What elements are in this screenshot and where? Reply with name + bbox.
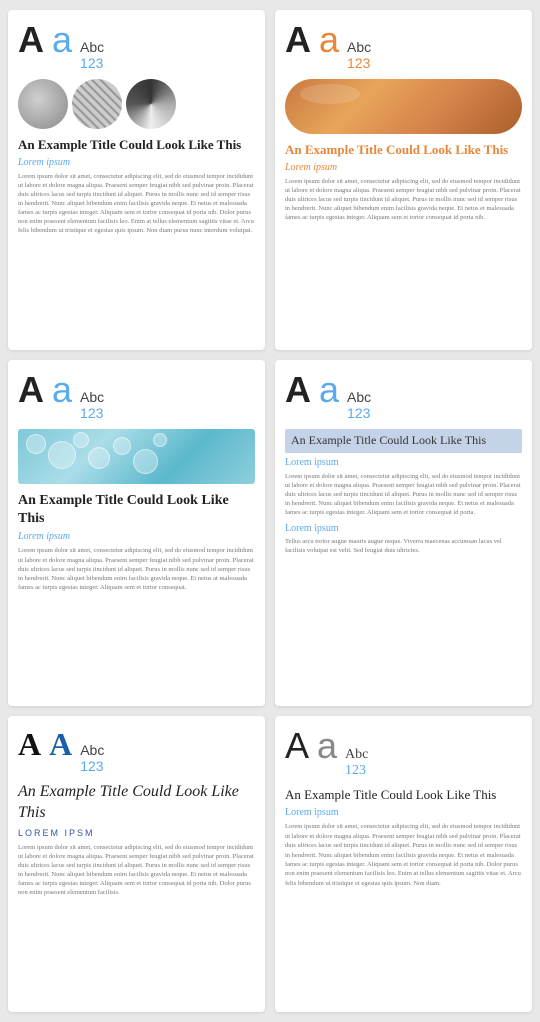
font-abc-3: Abc xyxy=(80,389,104,405)
card-4: A a Abc 123 An Example Title Could Look … xyxy=(275,360,532,706)
font-abc-2: Abc xyxy=(347,39,371,55)
font-123-6: 123 xyxy=(345,763,368,779)
bubble-3 xyxy=(73,432,89,448)
card1-images xyxy=(18,79,255,129)
card6-lorem-text: Lorem ipsum dolor sit amet, consectetur … xyxy=(285,822,522,888)
bubble-2 xyxy=(48,441,76,469)
font-specimens-2: Abc 123 xyxy=(347,39,371,71)
font-specimens-1: Abc 123 xyxy=(80,39,104,71)
bubble-4 xyxy=(88,447,110,469)
card4-lorem-label2: Lorem ipsum xyxy=(285,523,522,534)
card3-title: An Example Title Could Look Like This xyxy=(18,492,255,528)
font-specimen-row-3: A a Abc 123 xyxy=(18,372,255,421)
card2-title: An Example Title Could Look Like This xyxy=(285,142,522,159)
card-6: A a Abc 123 An Example Title Could Look … xyxy=(275,716,532,1012)
font-specimens-5: Abc 123 xyxy=(80,742,104,774)
font-123-4: 123 xyxy=(347,405,371,421)
font-A-2: A xyxy=(285,22,311,58)
card6-lorem-label: Lorem ipsum xyxy=(285,807,522,818)
card1-lorem-label: Lorem ipsum xyxy=(18,157,255,168)
font-123-1: 123 xyxy=(80,55,104,71)
card3-bubble-image xyxy=(18,429,255,484)
font-specimens-3: Abc 123 xyxy=(80,389,104,421)
font-specimen-row-2: A a Abc 123 xyxy=(285,22,522,71)
circle-img-2 xyxy=(72,79,122,129)
font-123-2: 123 xyxy=(347,55,371,71)
card-1: A a Abc 123 An Example Title Could Look … xyxy=(8,10,265,350)
card6-title: An Example Title Could Look Like This xyxy=(285,787,522,804)
card1-title: An Example Title Could Look Like This xyxy=(18,137,255,154)
card5-title: An Example Title Could Look Like This xyxy=(18,782,255,824)
font-a-3: a xyxy=(52,372,72,408)
font-a-1: a xyxy=(52,22,72,58)
font-a-5: A xyxy=(49,728,72,760)
font-A-6: A xyxy=(285,728,309,764)
font-A-1: A xyxy=(18,22,44,58)
circle-img-3 xyxy=(126,79,176,129)
font-abc-1: Abc xyxy=(80,39,104,55)
bubble-7 xyxy=(153,433,167,447)
card3-lorem-text: Lorem ipsum dolor sit amet, consectetur … xyxy=(18,546,255,591)
bubble-5 xyxy=(113,437,131,455)
card-2: A a Abc 123 An Example Title Could Look … xyxy=(275,10,532,350)
bubble-6 xyxy=(133,449,158,474)
card4-lorem-label: Lorem ipsum xyxy=(285,457,522,468)
card3-lorem-label: Lorem ipsum xyxy=(18,531,255,542)
font-grid: A a Abc 123 An Example Title Could Look … xyxy=(8,10,532,1012)
card5-lorem-label: LOREM IPSM xyxy=(18,828,255,838)
font-abc-6: Abc xyxy=(345,747,368,763)
font-specimen-row-4: A a Abc 123 xyxy=(285,372,522,421)
card5-lorem-text: Lorem ipsum dolor sit amet, consectetur … xyxy=(18,843,255,898)
card4-lorem-text: Lorem ipsum dolor sit amet, consectetur … xyxy=(285,472,522,517)
font-123-5: 123 xyxy=(80,758,104,774)
font-abc-4: Abc xyxy=(347,389,371,405)
font-a-6: a xyxy=(317,728,337,764)
font-A-5: A xyxy=(18,728,41,760)
font-123-3: 123 xyxy=(80,405,104,421)
font-a-4: a xyxy=(319,372,339,408)
card2-lorem-label: Lorem ipsum xyxy=(285,162,522,173)
card1-lorem-text: Lorem ipsum dolor sit amet, consectetur … xyxy=(18,172,255,236)
font-A-4: A xyxy=(285,372,311,408)
font-a-2: a xyxy=(319,22,339,58)
card4-title: An Example Title Could Look Like This xyxy=(285,429,522,453)
card4-lorem-text2: Tellus arcu tortor augue mauris augue ne… xyxy=(285,537,522,555)
card2-lorem-text: Lorem ipsum dolor sit amet, consectetur … xyxy=(285,177,522,222)
font-specimens-4: Abc 123 xyxy=(347,389,371,421)
font-specimens-6: Abc 123 xyxy=(345,747,368,779)
font-specimen-row-5: A A Abc 123 xyxy=(18,728,255,774)
font-specimen-row-6: A a Abc 123 xyxy=(285,728,522,779)
card-3: A a Abc 123 An Example Title Could Look … xyxy=(8,360,265,706)
font-specimen-row-1: A a Abc 123 xyxy=(18,22,255,71)
card-5: A A Abc 123 An Example Title Could Look … xyxy=(8,716,265,1012)
card2-oval-image xyxy=(285,79,522,134)
bubble-1 xyxy=(26,434,46,454)
font-A-3: A xyxy=(18,372,44,408)
circle-img-1 xyxy=(18,79,68,129)
font-abc-5: Abc xyxy=(80,742,104,758)
